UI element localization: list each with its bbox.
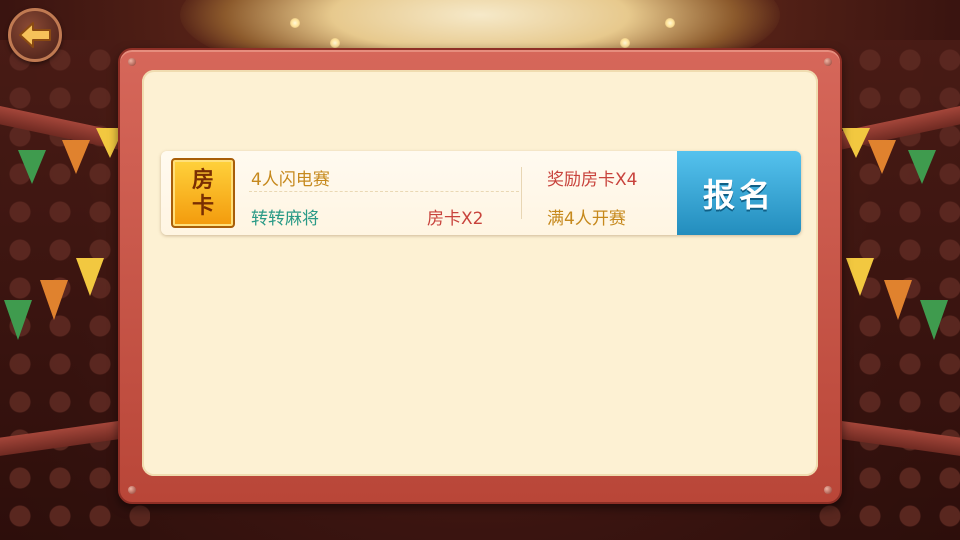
frame-rivet — [128, 486, 136, 494]
bunting-flag — [868, 140, 896, 174]
match-list-panel — [142, 70, 818, 476]
stage-light — [290, 18, 300, 28]
bunting-flag — [76, 258, 104, 296]
back-arrow-icon — [19, 22, 51, 48]
bunting-flag — [842, 128, 870, 158]
bunting-flag — [4, 300, 32, 340]
match-name: 4人闪电赛 — [251, 170, 330, 190]
bunting-flag — [62, 140, 90, 174]
room-card-badge-text: 卡 — [191, 193, 214, 219]
bunting-flag — [884, 280, 912, 320]
room-card-badge: 房 卡 — [171, 158, 235, 228]
bunting-flag — [40, 280, 68, 320]
stage-light — [620, 38, 630, 48]
match-list-item: 房 卡 4人闪电赛 转转麻将 房卡X2 奖励房卡X4 满4人开赛 报名 — [161, 151, 801, 235]
frame-rivet — [128, 58, 136, 66]
entry-cost: 房卡X2 — [427, 209, 484, 229]
signup-button[interactable]: 报名 — [677, 151, 801, 235]
stage-light — [330, 38, 340, 48]
bunting-flag — [920, 300, 948, 340]
row-divider — [249, 191, 519, 192]
frame-rivet — [824, 58, 832, 66]
bunting-flag — [18, 150, 46, 184]
frame-rivet — [824, 486, 832, 494]
match-reward: 奖励房卡X4 — [547, 170, 638, 190]
game-type: 转转麻将 — [251, 209, 319, 229]
start-condition: 满4人开赛 — [547, 209, 626, 229]
column-divider — [521, 167, 522, 219]
stage-light — [665, 18, 675, 28]
room-card-badge-text: 房 — [191, 167, 214, 193]
back-button[interactable] — [8, 8, 62, 62]
bunting-flag — [846, 258, 874, 296]
bunting-flag — [908, 150, 936, 184]
